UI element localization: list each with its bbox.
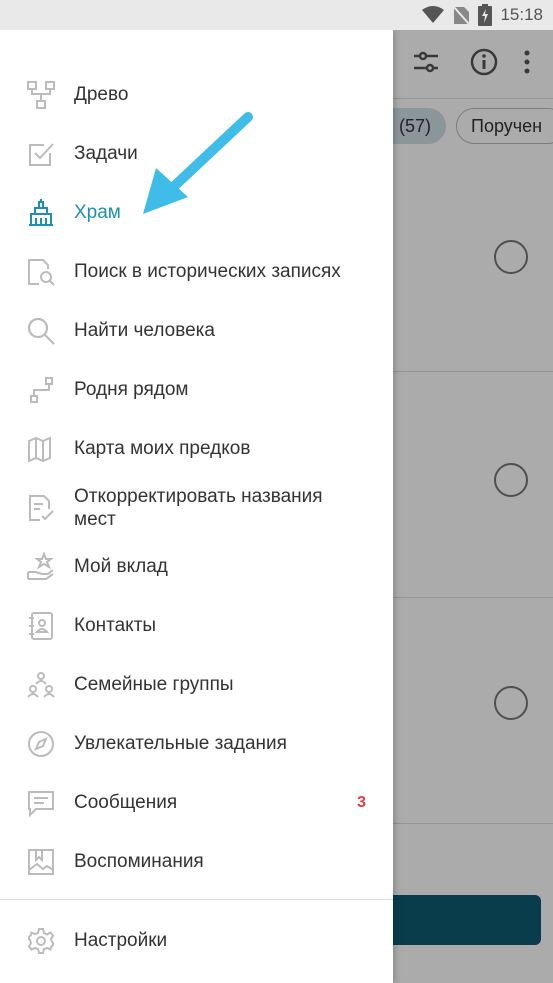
compass-icon (26, 729, 56, 759)
menu-item-relatives-nearby[interactable]: Родня рядом (0, 360, 393, 419)
no-sim-icon (452, 5, 471, 25)
menu-item-engaging-tasks[interactable]: Увлекательные задания (0, 714, 393, 773)
contacts-icon (26, 611, 56, 641)
battery-icon (478, 4, 493, 26)
contribution-icon (26, 551, 56, 582)
checkbox-icon (26, 139, 56, 169)
tree-icon (26, 80, 56, 110)
wifi-icon (422, 6, 445, 24)
menu-item-ancestors-map[interactable]: Карта моих предков (0, 419, 393, 478)
document-check-icon (26, 493, 56, 523)
menu-item-memories[interactable]: Воспоминания (0, 832, 393, 891)
status-bar: 15:18 (0, 0, 553, 30)
navigation-drawer: Древо Задачи Храм Поиск в исторических з… (0, 30, 393, 983)
message-icon (26, 788, 56, 818)
record-search-icon (26, 257, 56, 287)
temple-icon (26, 198, 56, 228)
menu-item-correct-places[interactable]: Откорректировать названия мест (0, 478, 393, 537)
menu-item-record-search[interactable]: Поиск в исторических записях (0, 242, 393, 301)
menu-item-tree[interactable]: Древо (0, 65, 393, 124)
messages-badge: 3 (357, 793, 366, 811)
drawer-menu: Древо Задачи Храм Поиск в исторических з… (0, 65, 393, 891)
status-time: 15:18 (500, 5, 543, 24)
menu-item-tasks[interactable]: Задачи (0, 124, 393, 183)
menu-item-settings[interactable]: Настройки (0, 911, 393, 970)
relatives-nearby-icon (26, 375, 56, 405)
menu-item-messages[interactable]: Сообщения 3 (0, 773, 393, 832)
family-groups-icon (26, 670, 56, 700)
gear-icon (26, 926, 56, 956)
menu-item-my-contribution[interactable]: Мой вклад (0, 537, 393, 596)
menu-item-contacts[interactable]: Контакты (0, 596, 393, 655)
menu-item-find-person[interactable]: Найти человека (0, 301, 393, 360)
drawer-divider (0, 899, 393, 900)
search-icon (26, 316, 56, 346)
menu-item-temple[interactable]: Храм (0, 183, 393, 242)
menu-item-family-groups[interactable]: Семейные группы (0, 655, 393, 714)
map-icon (26, 434, 56, 464)
memories-icon (26, 847, 56, 877)
